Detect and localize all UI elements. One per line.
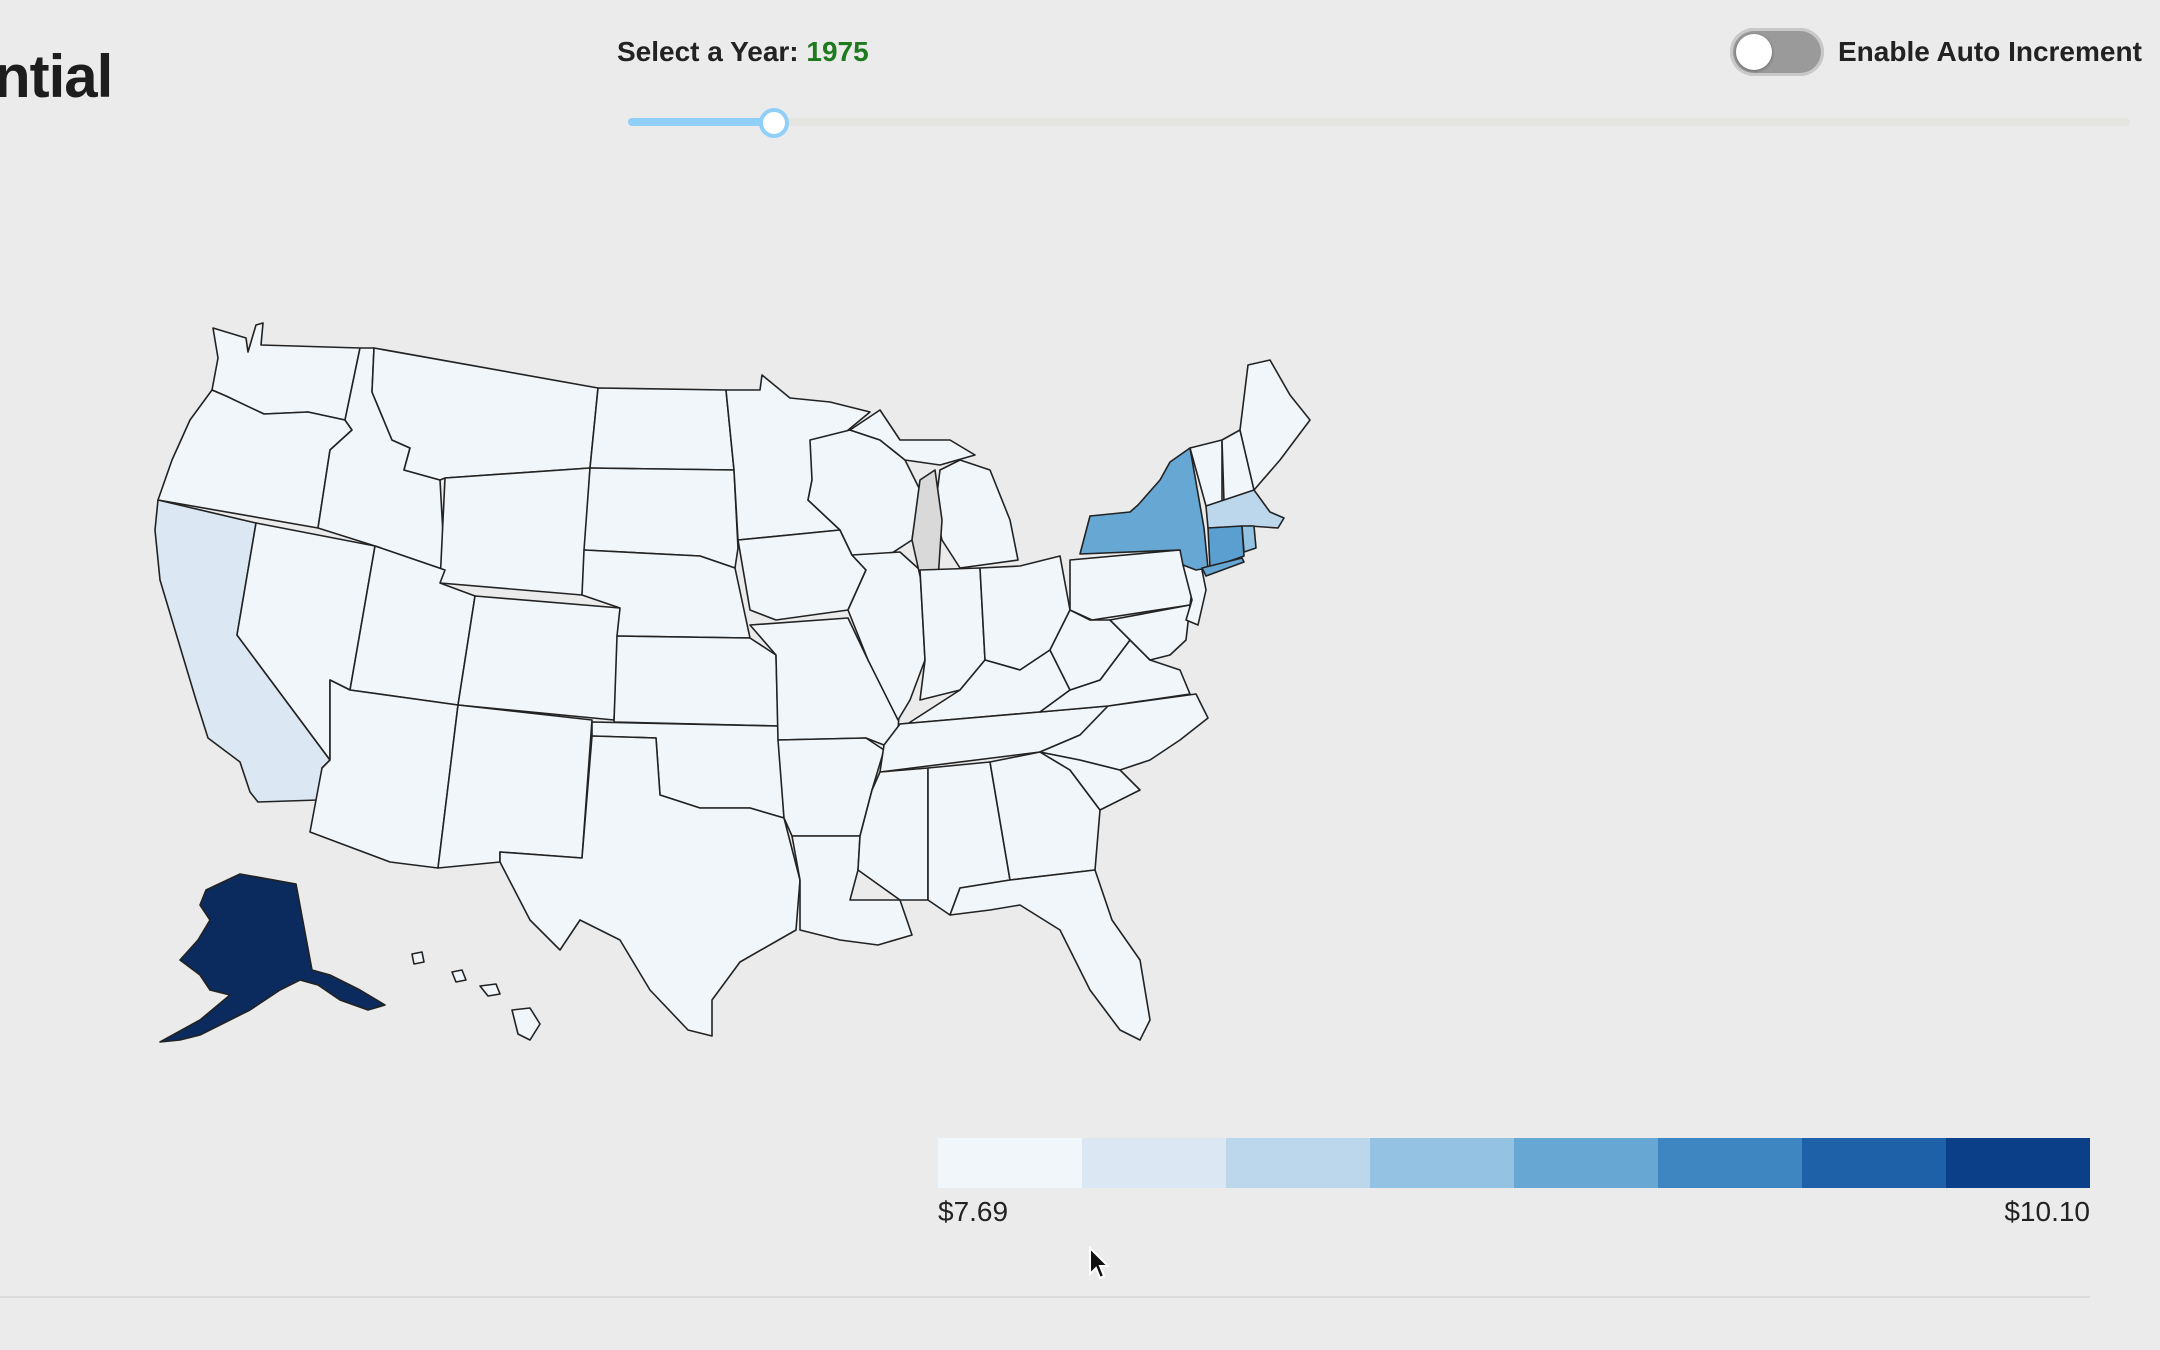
legend-swatch (1514, 1138, 1658, 1188)
legend-swatch (938, 1138, 1082, 1188)
legend-swatch (1946, 1138, 2090, 1188)
legend-swatch (1658, 1138, 1802, 1188)
state-hawaii-oahu[interactable] (451, 969, 467, 983)
state-north-dakota[interactable] (589, 387, 735, 471)
state-hawaii-maui[interactable] (479, 983, 501, 997)
state-hawaii-kauai[interactable] (411, 951, 425, 965)
legend-swatch (1370, 1138, 1514, 1188)
state-maine[interactable] (1239, 359, 1311, 491)
color-legend (938, 1138, 2090, 1188)
state-colorado[interactable] (457, 595, 621, 721)
legend-swatch (1226, 1138, 1370, 1188)
state-new-york[interactable] (1079, 447, 1209, 571)
state-montana[interactable] (371, 347, 599, 481)
legend-swatch (1082, 1138, 1226, 1188)
legend-max-label: $10.10 (2004, 1196, 2090, 1227)
mouse-cursor-icon (1089, 1246, 1110, 1280)
footer-divider (0, 1296, 2090, 1298)
legend-min-label: $7.69 (938, 1196, 1009, 1227)
legend-swatch (1802, 1138, 1946, 1188)
state-wyoming[interactable] (439, 467, 591, 596)
state-hawaii[interactable] (511, 1007, 541, 1041)
state-kansas[interactable] (613, 635, 779, 727)
state-alaska[interactable] (159, 873, 386, 1043)
state-rhode-island[interactable] (1241, 525, 1257, 553)
state-florida[interactable] (949, 869, 1151, 1041)
state-arizona[interactable] (309, 679, 459, 869)
state-michigan[interactable] (934, 459, 1019, 569)
state-new-mexico[interactable] (437, 704, 593, 869)
